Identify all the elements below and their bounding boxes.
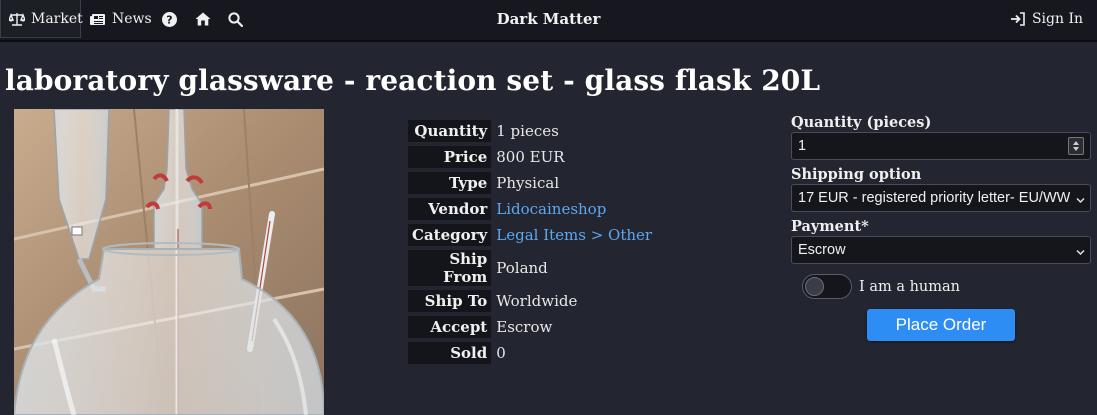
detail-key: Ship From <box>408 250 492 286</box>
toggle-knob <box>805 277 824 296</box>
search-icon <box>228 11 243 27</box>
home-button[interactable] <box>195 0 217 38</box>
human-check-row: I am a human <box>802 274 960 299</box>
order-form: Quantity (pieces) 1 Shipping option 17 E… <box>791 114 1091 341</box>
site-title-link[interactable]: Dark Matter <box>497 10 601 28</box>
quantity-value: 1 <box>798 138 807 154</box>
detail-key: Price <box>408 146 492 168</box>
detail-row-category: Category Legal Items > Other <box>408 224 656 246</box>
detail-value-cell: Lidocaineshop <box>491 198 656 220</box>
help-button[interactable]: ? <box>162 0 183 38</box>
detail-key: Quantity <box>408 120 492 142</box>
quantity-input[interactable]: 1 <box>791 132 1091 160</box>
newspaper-icon <box>90 13 106 26</box>
detail-value-cell: Legal Items > Other <box>491 224 656 246</box>
detail-row-type: Type Physical <box>408 172 656 194</box>
detail-value: Escrow <box>496 318 553 336</box>
detail-row-quantity: Quantity 1 pieces <box>408 120 656 142</box>
detail-key: Accept <box>408 316 492 338</box>
detail-value: 0 <box>496 344 506 362</box>
quantity-stepper[interactable] <box>1068 137 1084 155</box>
place-order-button[interactable]: Place Order <box>867 309 1015 341</box>
nav-news-link[interactable]: News <box>90 0 152 38</box>
detail-value: 800 EUR <box>496 148 565 166</box>
detail-value: Worldwide <box>496 292 578 310</box>
human-toggle-label: I am a human <box>859 278 961 295</box>
detail-row-sold: Sold 0 <box>408 342 656 364</box>
detail-value: Poland <box>496 259 548 277</box>
category-link[interactable]: Legal Items > Other <box>496 226 652 244</box>
product-photo <box>14 109 324 415</box>
top-navbar: Market News ? Dark Matter Sign In <box>0 0 1097 42</box>
payment-label: Payment* <box>791 218 869 235</box>
detail-row-vendor: Vendor Lidocaineshop <box>408 198 656 220</box>
payment-select[interactable]: Escrow <box>791 236 1091 264</box>
detail-row-ship-to: Ship To Worldwide <box>408 290 656 312</box>
detail-key: Vendor <box>408 198 492 220</box>
detail-row-price: Price 800 EUR <box>408 146 656 168</box>
sign-in-icon <box>1010 12 1026 26</box>
detail-key: Ship To <box>408 290 492 312</box>
sign-in-link[interactable]: Sign In <box>1010 0 1083 38</box>
shipping-selected-value: 17 EUR - registered priority letter- EU/… <box>798 190 1071 206</box>
product-details-table: Quantity 1 pieces Price 800 EUR Type Phy… <box>408 116 656 368</box>
search-button[interactable] <box>228 0 249 38</box>
shipping-label: Shipping option <box>791 166 922 183</box>
page-title: laboratory glassware - reaction set - gl… <box>5 64 821 97</box>
question-circle-icon: ? <box>162 11 177 27</box>
chevron-down-icon <box>1076 193 1085 204</box>
detail-row-ship-from: Ship From Poland <box>408 250 656 286</box>
quantity-label: Quantity (pieces) <box>791 114 932 131</box>
detail-value: Physical <box>496 174 560 192</box>
scale-icon <box>9 12 25 26</box>
detail-key: Sold <box>408 342 492 364</box>
nav-news-label: News <box>112 11 152 27</box>
svg-text:?: ? <box>166 13 172 26</box>
payment-selected-value: Escrow <box>798 242 846 258</box>
detail-key: Category <box>408 224 492 246</box>
detail-key: Type <box>408 172 492 194</box>
human-toggle[interactable] <box>802 274 852 299</box>
sign-in-label: Sign In <box>1031 11 1083 27</box>
detail-row-accept: Accept Escrow <box>408 316 656 338</box>
nav-market-label: Market <box>31 10 83 27</box>
home-icon <box>195 12 211 26</box>
shipping-select[interactable]: 17 EUR - registered priority letter- EU/… <box>791 184 1091 212</box>
nav-market-link[interactable]: Market <box>0 0 83 38</box>
vendor-link[interactable]: Lidocaineshop <box>496 200 606 218</box>
chevron-down-icon <box>1076 245 1085 256</box>
detail-value: 1 pieces <box>496 122 559 140</box>
